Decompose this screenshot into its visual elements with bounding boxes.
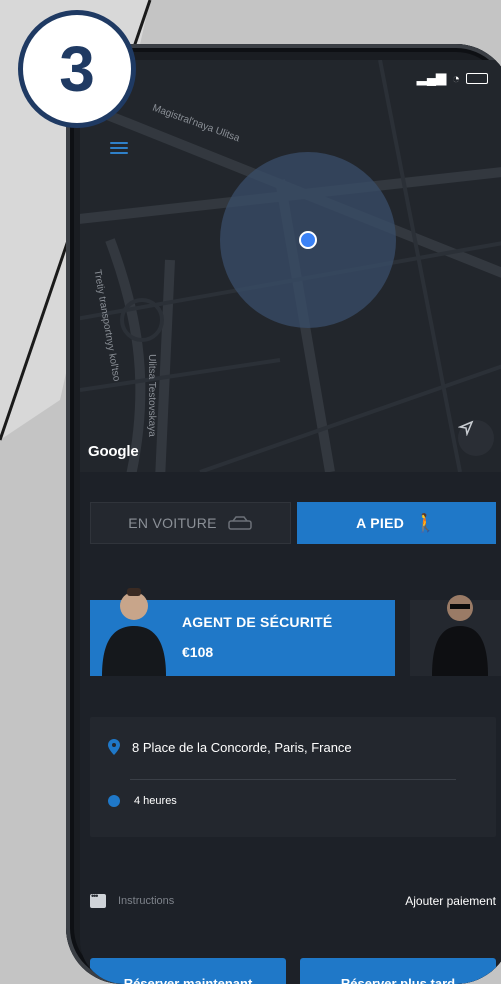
address-text: 8 Place de la Concorde, Paris, France bbox=[132, 739, 352, 755]
book-now-button[interactable]: Réserver maintenant bbox=[90, 958, 286, 984]
agent-avatar bbox=[102, 588, 166, 676]
divider bbox=[130, 779, 456, 780]
phone-frame: Magistral'naya Ulitsa Tretiy transportny… bbox=[66, 44, 501, 984]
mode-walk-label: A PIED bbox=[356, 515, 405, 531]
duration-row[interactable]: 4 heures bbox=[108, 795, 177, 807]
agent-price: €108 bbox=[182, 644, 214, 660]
car-icon bbox=[228, 516, 252, 530]
clock-icon bbox=[108, 795, 120, 807]
battery-icon bbox=[466, 72, 488, 84]
mode-walk-button[interactable]: A PIED 🚶 bbox=[297, 502, 496, 544]
book-later-button[interactable]: Réserver plus tard bbox=[300, 958, 496, 984]
map-view[interactable]: Magistral'naya Ulitsa Tretiy transportny… bbox=[80, 60, 501, 472]
wifi-icon: ◔ bbox=[452, 70, 460, 86]
agent-card-selected[interactable]: AGENT DE SÉCURITÉ €108 bbox=[90, 588, 395, 676]
instructions-row: Instructions Ajouter paiement bbox=[90, 886, 496, 916]
step-number: 3 bbox=[59, 33, 95, 105]
agent-carousel: AGENT DE SÉCURITÉ €108 bbox=[90, 588, 501, 676]
street-label-3: Ulitsa Testovskaya bbox=[145, 354, 157, 437]
status-bar: ▂▄▆ ◔ bbox=[80, 70, 501, 90]
google-logo: Google bbox=[88, 443, 139, 460]
add-payment-link[interactable]: Ajouter paiement bbox=[405, 894, 496, 908]
location-pin-icon bbox=[108, 739, 120, 755]
current-location-dot bbox=[299, 231, 317, 249]
duration-text: 4 heures bbox=[134, 795, 177, 807]
booking-panel: EN VOITURE A PIED 🚶 AGENT DE SÉCURITÉ €1… bbox=[80, 472, 501, 984]
transport-mode-toggle: EN VOITURE A PIED 🚶 bbox=[90, 502, 496, 544]
agent-card-secondary[interactable] bbox=[410, 595, 501, 676]
mode-car-label: EN VOITURE bbox=[128, 515, 217, 531]
menu-icon[interactable] bbox=[110, 142, 128, 157]
map-streets bbox=[80, 60, 501, 472]
step-number-badge: 3 bbox=[18, 10, 136, 128]
locate-button[interactable] bbox=[458, 420, 494, 456]
booking-actions: Réserver maintenant Réserver plus tard bbox=[90, 958, 496, 984]
navigation-arrow-icon bbox=[458, 420, 474, 436]
mode-car-button[interactable]: EN VOITURE bbox=[90, 502, 291, 544]
chat-icon bbox=[90, 891, 106, 908]
app-screen: Magistral'naya Ulitsa Tretiy transportny… bbox=[80, 60, 501, 984]
booking-details-card: 8 Place de la Concorde, Paris, France 4 … bbox=[90, 717, 496, 837]
address-row[interactable]: 8 Place de la Concorde, Paris, France bbox=[108, 739, 352, 755]
walking-person-icon: 🚶 bbox=[414, 512, 437, 533]
agent-title: AGENT DE SÉCURITÉ bbox=[182, 614, 333, 630]
instructions-button[interactable]: Instructions bbox=[90, 891, 175, 908]
instructions-label: Instructions bbox=[118, 895, 175, 907]
agent-avatar-secondary bbox=[432, 595, 488, 676]
signal-icon: ▂▄▆ bbox=[416, 70, 447, 85]
